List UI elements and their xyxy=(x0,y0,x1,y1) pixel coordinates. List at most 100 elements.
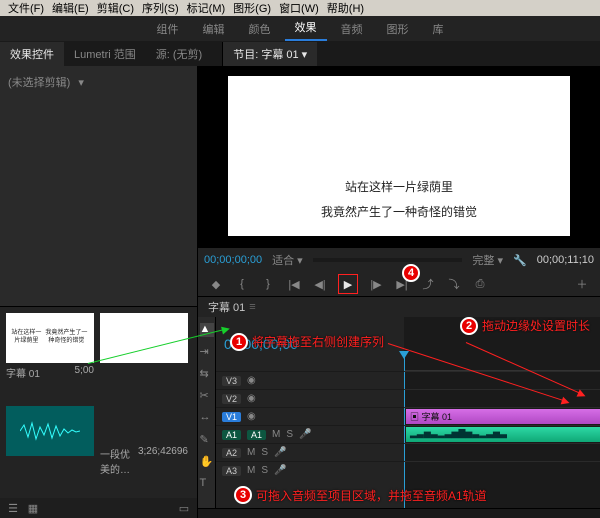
project-panel: 站在这样一片绿荫里我竟然产生了一种奇怪的错觉 字幕 01 5;00 xyxy=(0,306,197,518)
track-a2-toggle[interactable]: A2 xyxy=(222,448,241,458)
callout-1-text: 将字幕拖至右侧创建序列 xyxy=(252,333,384,350)
project-footer: ☰ ▦ ▭ xyxy=(0,498,197,518)
bin-audio-duration: 3;26;42696 xyxy=(138,446,188,476)
left-column: (未选择剪辑) ▾ 站在这样一片绿荫里我竟然产生了一种奇怪的错觉 字幕 01 5… xyxy=(0,66,198,518)
export-frame-icon[interactable]: ⎙ xyxy=(472,276,488,292)
hand-tool-icon[interactable]: ✋ xyxy=(200,455,214,469)
right-column: 站在这样一片绿荫里 我竟然产生了一种奇怪的错觉 00;00;00;00 适合 ▾… xyxy=(198,66,600,518)
menu-window[interactable]: 窗口(W) xyxy=(275,0,323,16)
track-v1-toggle[interactable]: V1 xyxy=(222,412,241,422)
step-forward-icon[interactable]: |▶ xyxy=(368,276,384,292)
subtab-effect-controls[interactable]: 效果控件 xyxy=(0,42,64,66)
waveform-icon xyxy=(20,421,80,441)
menu-file[interactable]: 文件(F) xyxy=(4,0,48,16)
audio-waveform-icon: ▂▃▅▃▂▃▅▇▅▃▂▃▅▃ xyxy=(410,428,507,438)
program-canvas[interactable]: 站在这样一片绿荫里 我竟然产生了一种奇怪的错觉 xyxy=(228,76,570,236)
audio-thumbnail xyxy=(6,406,94,456)
subtab-program[interactable]: 节目: 字幕 01 ▾ xyxy=(222,42,317,66)
track-a3[interactable] xyxy=(404,461,600,479)
monitor-time-row: 00;00;00;00 适合 ▾ 完整 ▾ 🔧 00;00;11;10 xyxy=(198,248,600,272)
subtitle-thumbnail: 站在这样一片绿荫里我竟然产生了一种奇怪的错觉 xyxy=(6,313,94,363)
quality-dropdown[interactable]: 完整 ▾ xyxy=(472,252,503,268)
menu-marker[interactable]: 标记(M) xyxy=(183,0,230,16)
track-a3-toggle[interactable]: A3 xyxy=(222,466,241,476)
type-tool-icon[interactable]: T xyxy=(200,477,214,491)
callout-3-text: 可拖入音频至项目区域，并拖至音频A1轨道 xyxy=(256,487,487,504)
callout-2-text: 拖动边缘处设置时长 xyxy=(482,317,590,334)
duration-timecode: 00;00;11;10 xyxy=(537,254,594,266)
tab-menu-icon[interactable]: ≡ xyxy=(249,301,255,313)
play-button[interactable]: ▶ xyxy=(340,276,356,292)
mark-out-icon[interactable]: } xyxy=(260,276,276,292)
timeline-tab[interactable]: 字幕 01 ≡ xyxy=(198,297,600,317)
track-v2-toggle[interactable]: V2 xyxy=(222,394,241,404)
tab-audio[interactable]: 音频 xyxy=(331,17,373,41)
timeline-horizontal-scrollbar[interactable] xyxy=(198,508,600,518)
video-clip-subtitle[interactable]: ▣ 字幕 01 xyxy=(406,409,600,424)
tab-color[interactable]: 颜色 xyxy=(239,17,281,41)
button-editor-icon[interactable]: ＋ xyxy=(574,276,590,292)
subtitle-line-2: 我竟然产生了一种奇怪的错觉 xyxy=(321,203,477,220)
timeline-tracks[interactable]: ▣ 字幕 01 ▂▃▅▃▂▃▅▇▅▃▂▃▅▃ xyxy=(404,317,600,508)
slip-tool-icon[interactable]: ↔ xyxy=(200,411,214,425)
icon-view-icon[interactable]: ▦ xyxy=(26,501,40,515)
tab-graphics[interactable]: 图形 xyxy=(377,17,419,41)
tab-editing[interactable]: 编辑 xyxy=(193,17,235,41)
bin-audio-name: 一段优美的… xyxy=(100,446,138,476)
callout-3: 3 xyxy=(234,486,252,504)
timeline-panel: 字幕 01 ≡ ▲ ⇥ ⇆ ✂ ↔ ✎ ✋ T 00;00;00;00 xyxy=(198,296,600,518)
subtab-source[interactable]: 源: (无剪) xyxy=(146,42,212,66)
bin-item-duration: 5;00 xyxy=(75,365,94,380)
workspace-tabs: 组件 编辑 颜色 效果 音频 图形 库 xyxy=(0,16,600,42)
audio-clip[interactable]: ▂▃▅▃▂▃▅▇▅▃▂▃▅▃ xyxy=(406,427,600,442)
subtitle-line-1: 站在这样一片绿荫里 xyxy=(345,178,453,195)
extract-icon[interactable]: ⤵ xyxy=(446,276,462,292)
menu-edit[interactable]: 编辑(E) xyxy=(48,0,93,16)
track-select-tool-icon[interactable]: ⇥ xyxy=(200,345,214,359)
pen-tool-icon[interactable]: ✎ xyxy=(200,433,214,447)
main-menu-bar: 文件(F) 编辑(E) 剪辑(C) 序列(S) 标记(M) 图形(G) 窗口(W… xyxy=(0,0,600,16)
menu-sequence[interactable]: 序列(S) xyxy=(138,0,183,16)
mark-in-icon[interactable]: { xyxy=(234,276,250,292)
track-v2[interactable] xyxy=(404,389,600,407)
ripple-edit-tool-icon[interactable]: ⇆ xyxy=(200,367,214,381)
tab-assembly[interactable]: 组件 xyxy=(147,17,189,41)
bin-item-audio-info[interactable]: 一段优美的… 3;26;42696 xyxy=(100,406,188,492)
track-v1[interactable]: ▣ 字幕 01 xyxy=(404,407,600,425)
add-marker-icon[interactable]: ◆ xyxy=(208,276,224,292)
bin-item-audio[interactable] xyxy=(6,406,94,492)
track-a1-toggle[interactable]: A1 xyxy=(247,430,266,440)
menu-dropdown-icon: ▾ xyxy=(302,49,308,61)
play-button-highlight: ▶ xyxy=(338,274,358,294)
wrench-icon[interactable]: 🔧 xyxy=(513,254,527,267)
go-to-in-icon[interactable]: |◀ xyxy=(286,276,302,292)
razor-tool-icon[interactable]: ✂ xyxy=(200,389,214,403)
project-bin-grid[interactable]: 站在这样一片绿荫里我竟然产生了一种奇怪的错觉 字幕 01 5;00 xyxy=(0,307,197,498)
menu-graphics[interactable]: 图形(G) xyxy=(229,0,275,16)
src-a1-patch[interactable]: A1 xyxy=(222,430,241,440)
menu-clip[interactable]: 剪辑(C) xyxy=(93,0,138,16)
transport-controls: ◆ { } |◀ ◀| ▶ |▶ ▶| ⤴ ⤵ ⎙ ＋ 4 xyxy=(198,272,600,296)
chevron-down-icon[interactable]: ▾ xyxy=(78,76,84,89)
fit-dropdown[interactable]: 适合 ▾ xyxy=(272,252,303,268)
new-bin-icon[interactable]: ▭ xyxy=(177,501,191,515)
track-a2[interactable] xyxy=(404,443,600,461)
list-view-icon[interactable]: ☰ xyxy=(6,501,20,515)
no-clip-selected-label: (未选择剪辑) xyxy=(8,74,70,90)
subtab-lumetri-scopes[interactable]: Lumetri 范围 xyxy=(64,42,146,66)
track-v3-toggle[interactable]: V3 xyxy=(222,376,241,386)
lift-icon[interactable]: ⤴ xyxy=(420,276,436,292)
bin-item-title-copy[interactable] xyxy=(100,313,188,396)
track-a1[interactable]: ▂▃▅▃▂▃▅▇▅▃▂▃▅▃ xyxy=(404,425,600,443)
progress-bar[interactable] xyxy=(313,258,463,262)
clip-name-icon: ▣ xyxy=(410,412,419,422)
tab-effects[interactable]: 效果 xyxy=(285,15,327,41)
menu-help[interactable]: 帮助(H) xyxy=(323,0,368,16)
callout-1: 1 xyxy=(230,333,248,351)
bin-item-name: 字幕 01 xyxy=(6,365,40,380)
step-back-icon[interactable]: ◀| xyxy=(312,276,328,292)
tab-library[interactable]: 库 xyxy=(423,17,454,41)
callout-2: 2 xyxy=(460,317,478,335)
bin-item-subtitle[interactable]: 站在这样一片绿荫里我竟然产生了一种奇怪的错觉 字幕 01 5;00 xyxy=(6,313,94,396)
current-timecode[interactable]: 00;00;00;00 xyxy=(204,254,262,266)
